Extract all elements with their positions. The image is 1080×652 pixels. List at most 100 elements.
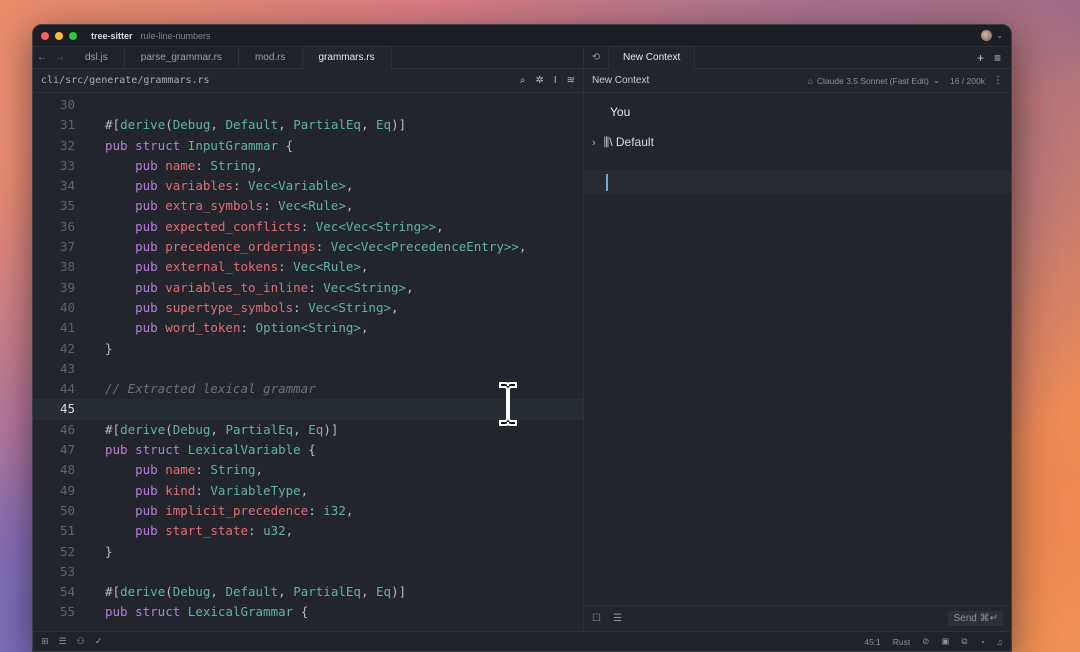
message-input[interactable] [584, 171, 1011, 193]
user-avatar[interactable] [981, 30, 993, 41]
tab-mod-rs[interactable]: mod.rs [239, 46, 303, 69]
code-line[interactable]: 51 pub start_state: u32, [33, 521, 583, 541]
code-line[interactable]: 50 pub implicit_precedence: i32, [33, 501, 583, 521]
chevron-right-icon[interactable]: › [592, 137, 596, 149]
zoom-window-button[interactable] [69, 31, 77, 40]
copilot-off-icon[interactable]: ⊘ [922, 636, 929, 647]
line-number: 43 [59, 360, 75, 376]
line-number: 53 [59, 563, 75, 579]
title-bar: tree-sitter rule-line-numbers ⌄ [33, 25, 1011, 47]
line-source: pub struct LexicalVariable { [105, 442, 316, 458]
project-panel-icon[interactable]: ⊞ [41, 636, 49, 647]
default-prompt-section[interactable]: › ⫼\ Default [592, 135, 654, 150]
settings-sliders-icon[interactable]: ≋ [567, 75, 575, 86]
tab-bar: ← → dsl.js parse_grammar.rs mod.rs gramm… [33, 46, 1011, 69]
list-icon[interactable]: ☰ [613, 613, 622, 624]
sparkle-icon[interactable]: ✲ [535, 75, 543, 86]
history-icon[interactable]: ⟲ [584, 52, 608, 63]
line-number: 48 [59, 462, 75, 478]
line-number: 30 [59, 97, 75, 112]
code-line[interactable]: 43 [33, 359, 583, 379]
code-line[interactable]: 47 pub struct LexicalVariable { [33, 440, 583, 460]
file-path[interactable]: cli/src/generate/grammars.rs [41, 75, 210, 86]
code-line[interactable]: 36 pub expected_conflicts: Vec<Vec<Strin… [33, 217, 583, 237]
code-line[interactable]: 41 pub word_token: Option<String>, [33, 318, 583, 338]
more-options-icon[interactable]: ⋮ [993, 75, 1003, 86]
line-source: pub kind: VariableType, [135, 482, 309, 498]
line-source: pub struct LexicalGrammar { [105, 604, 309, 620]
line-number: 33 [59, 157, 75, 173]
code-line[interactable]: 38 pub external_tokens: Vec<Rule>, [33, 257, 583, 277]
code-line[interactable]: 39 pub variables_to_inline: Vec<String>, [33, 278, 583, 298]
line-source [75, 95, 105, 115]
line-number: 45 [59, 401, 75, 417]
tab-grammars-rs[interactable]: grammars.rs [302, 46, 392, 69]
code-line[interactable]: 30 [33, 95, 583, 115]
cursor-position[interactable]: 45:1 [864, 637, 881, 647]
tab-parse-grammar-rs[interactable]: parse_grammar.rs [125, 46, 239, 69]
chevron-down-icon: ⌄ [932, 75, 941, 85]
line-source: #[derive(Debug, PartialEq, Eq)] [105, 421, 339, 437]
code-line[interactable]: 48 pub name: String, [33, 460, 583, 480]
line-number: 50 [59, 502, 75, 518]
tab-dsl-js[interactable]: dsl.js [69, 46, 125, 69]
check-icon[interactable]: ✓ [95, 636, 103, 647]
line-source: pub extra_symbols: Vec<Rule>, [135, 198, 354, 214]
bell-icon[interactable]: ♫ [997, 637, 1003, 647]
line-source [75, 359, 105, 379]
chevron-down-icon[interactable]: ⌄ [996, 31, 1003, 40]
assistant-conversation: You › ⫼\ Default [584, 93, 1011, 605]
code-line[interactable]: 54 #[derive(Debug, Default, PartialEq, Eq… [33, 582, 583, 602]
code-line[interactable]: 49 pub kind: VariableType, [33, 481, 583, 501]
language-selector[interactable]: Rust [893, 637, 910, 647]
code-area[interactable]: 30 31 #[derive(Debug, Default, PartialEq, … [33, 93, 583, 631]
checkbox-icon[interactable]: ☐ [592, 613, 601, 624]
user-role-label[interactable]: You [610, 105, 630, 119]
code-line[interactable]: 35 pub extra_symbols: Vec<Rule>, [33, 196, 583, 216]
assistant-footer: ☐ ☰ Send ⌘↵ [584, 605, 1011, 631]
line-number: 42 [59, 340, 75, 356]
terminal-icon[interactable]: ▣ [941, 636, 949, 647]
plus-icon[interactable]: + [977, 51, 984, 65]
send-button[interactable]: Send ⌘↵ [948, 611, 1003, 626]
code-line[interactable]: 40 pub supertype_symbols: Vec<String>, [33, 298, 583, 318]
minimize-window-button[interactable] [55, 31, 63, 40]
line-source: pub name: String, [135, 157, 264, 173]
line-number: 46 [59, 421, 75, 437]
text-cursor-icon[interactable]: I [554, 75, 557, 86]
search-icon[interactable]: ⌕ [520, 75, 526, 86]
line-number: 47 [59, 442, 75, 458]
model-name: Claude 3.5 Sonnet (Fast Edit) [816, 75, 929, 86]
line-source: pub variables: Vec<Variable>, [135, 178, 354, 194]
model-selector[interactable]: ⌂ Claude 3.5 Sonnet (Fast Edit) ⌄ [808, 75, 940, 86]
code-line[interactable]: 37 pub precedence_orderings: Vec<Vec<Pre… [33, 237, 583, 257]
code-line[interactable]: 42} [33, 339, 583, 359]
branch-name[interactable]: rule-line-numbers [141, 31, 211, 41]
editor-window: tree-sitter rule-line-numbers ⌄ ← → dsl.… [32, 24, 1012, 652]
project-name[interactable]: tree-sitter [91, 31, 133, 41]
forward-arrow-icon[interactable]: → [51, 52, 69, 63]
chat-icon[interactable]: ◔ [979, 637, 984, 647]
code-line[interactable]: 32 pub struct InputGrammar { [33, 136, 583, 156]
code-line[interactable]: 52} [33, 542, 583, 562]
status-bar: ⊞ ☰ ⚇ ✓ 45:1 Rust ⊘ ▣ ⧉ ◔ ♫ [33, 631, 1011, 651]
code-line[interactable]: 34 pub variables: Vec<Variable>, [33, 176, 583, 196]
outline-icon[interactable]: ☰ [59, 636, 67, 647]
line-source [75, 399, 105, 419]
line-source: } [105, 543, 113, 559]
code-line[interactable]: 55 pub struct LexicalGrammar { [33, 602, 583, 622]
collab-icon[interactable]: ⚇ [77, 636, 85, 647]
line-number: 49 [59, 482, 75, 498]
close-window-button[interactable] [41, 31, 49, 40]
back-arrow-icon[interactable]: ← [33, 52, 51, 63]
code-line[interactable]: 33 pub name: String, [33, 156, 583, 176]
text-caret [606, 174, 608, 191]
line-source: pub implicit_precedence: i32, [135, 502, 354, 518]
line-source: // Extracted lexical grammar [105, 381, 316, 397]
code-line[interactable]: 53 [33, 562, 583, 582]
line-number: 37 [59, 239, 75, 255]
code-line[interactable]: 31 #[derive(Debug, Default, PartialEq, Eq… [33, 115, 583, 135]
menu-icon[interactable]: ≡ [994, 51, 1001, 65]
tab-new-context[interactable]: New Context [608, 46, 696, 69]
assistant-icon[interactable]: ⧉ [961, 636, 967, 647]
